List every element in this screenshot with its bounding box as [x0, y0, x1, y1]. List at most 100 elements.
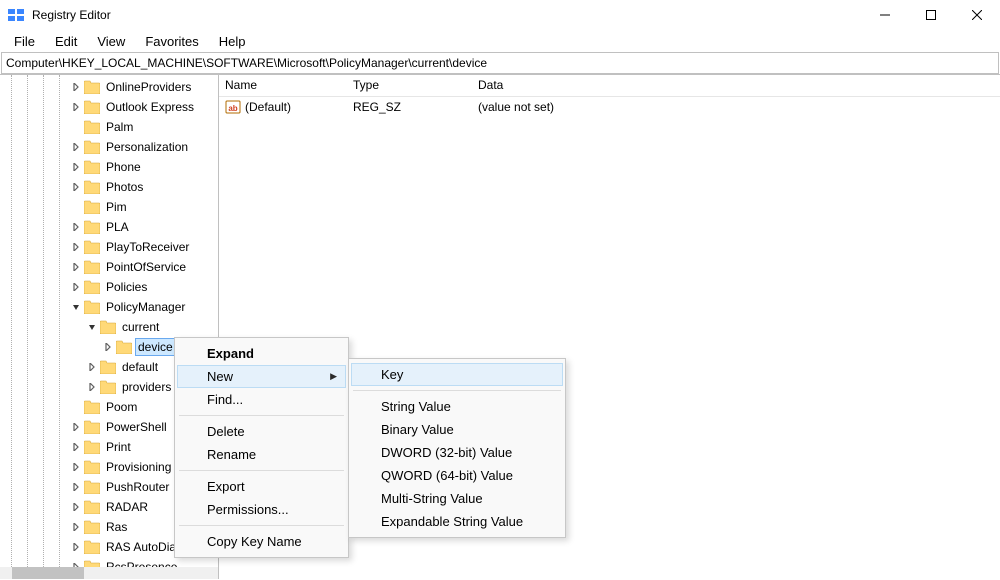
ctx-new-binary[interactable]: Binary Value [351, 418, 563, 441]
tree-item[interactable]: PLA [0, 217, 218, 237]
chevron-down-icon[interactable] [84, 323, 100, 331]
column-data[interactable]: Data [472, 75, 1000, 96]
list-header: Name Type Data [219, 75, 1000, 97]
main-area: OnlineProviders Outlook Express Palm Person… [0, 74, 1000, 579]
list-row[interactable]: ab (Default) REG_SZ (value not set) [219, 97, 1000, 117]
folder-icon [84, 480, 100, 494]
folder-icon [84, 520, 100, 534]
folder-icon [84, 440, 100, 454]
ctx-delete[interactable]: Delete [177, 420, 346, 443]
chevron-right-icon[interactable] [68, 523, 84, 531]
ctx-new-expandable[interactable]: Expandable String Value [351, 510, 563, 533]
ctx-new-string[interactable]: String Value [351, 395, 563, 418]
list-pane[interactable]: Name Type Data ab (Default) REG_SZ (valu… [219, 75, 1000, 579]
chevron-right-icon[interactable] [68, 263, 84, 271]
menu-file[interactable]: File [4, 32, 45, 51]
tree-item-label: PowerShell [104, 419, 169, 435]
ctx-new-qword[interactable]: QWORD (64-bit) Value [351, 464, 563, 487]
chevron-right-icon[interactable] [68, 483, 84, 491]
folder-icon [84, 80, 100, 94]
address-bar[interactable]: Computer\HKEY_LOCAL_MACHINE\SOFTWARE\Mic… [1, 52, 999, 74]
ctx-new[interactable]: New ▶ [177, 365, 346, 388]
column-type[interactable]: Type [347, 75, 472, 96]
chevron-right-icon[interactable] [84, 383, 100, 391]
folder-icon [84, 140, 100, 154]
maximize-button[interactable] [908, 0, 954, 30]
tree-item-label: PolicyManager [104, 299, 187, 315]
folder-icon [84, 460, 100, 474]
chevron-right-icon[interactable] [100, 343, 116, 351]
tree-item-label: Ras [104, 519, 129, 535]
window-title: Registry Editor [32, 8, 111, 22]
tree-item[interactable]: PointOfService [0, 257, 218, 277]
chevron-right-icon[interactable] [68, 183, 84, 191]
menu-edit[interactable]: Edit [45, 32, 87, 51]
tree-item[interactable]: PlayToReceiver [0, 237, 218, 257]
chevron-right-icon[interactable] [68, 243, 84, 251]
address-text: Computer\HKEY_LOCAL_MACHINE\SOFTWARE\Mic… [6, 56, 487, 70]
ctx-expand[interactable]: Expand [177, 342, 346, 365]
chevron-right-icon[interactable] [68, 443, 84, 451]
ctx-find[interactable]: Find... [177, 388, 346, 411]
tree-horizontal-scrollbar[interactable] [0, 567, 219, 579]
ctx-new-dword[interactable]: DWORD (32-bit) Value [351, 441, 563, 464]
tree-item[interactable]: Photos [0, 177, 218, 197]
menubar: File Edit View Favorites Help [0, 30, 1000, 52]
chevron-right-icon[interactable] [84, 363, 100, 371]
chevron-right-icon[interactable] [68, 543, 84, 551]
titlebar: Registry Editor [0, 0, 1000, 30]
folder-icon [84, 260, 100, 274]
chevron-right-icon[interactable] [68, 103, 84, 111]
svg-text:ab: ab [228, 104, 237, 113]
tree-item-label: RADAR [104, 499, 150, 515]
menu-help[interactable]: Help [209, 32, 256, 51]
ctx-new-key[interactable]: Key [351, 363, 563, 386]
tree-item-label: Personalization [104, 139, 190, 155]
minimize-button[interactable] [862, 0, 908, 30]
chevron-right-icon[interactable] [68, 283, 84, 291]
regedit-icon [8, 7, 24, 23]
tree-item[interactable]: Palm [0, 117, 218, 137]
close-button[interactable] [954, 0, 1000, 30]
scrollbar-thumb[interactable] [12, 567, 84, 579]
ctx-new-multistring[interactable]: Multi-String Value [351, 487, 563, 510]
ctx-rename[interactable]: Rename [177, 443, 346, 466]
tree-item[interactable]: Pim [0, 197, 218, 217]
column-name[interactable]: Name [219, 75, 347, 96]
chevron-right-icon[interactable] [68, 83, 84, 91]
menu-favorites[interactable]: Favorites [135, 32, 208, 51]
ctx-copy-key-name[interactable]: Copy Key Name [177, 530, 346, 553]
tree-item-label: default [120, 359, 160, 375]
row-name: (Default) [245, 100, 291, 114]
tree-item[interactable]: Policies [0, 277, 218, 297]
folder-icon [84, 280, 100, 294]
folder-icon [116, 340, 132, 354]
chevron-right-icon[interactable] [68, 143, 84, 151]
folder-icon [84, 180, 100, 194]
folder-icon [84, 240, 100, 254]
tree-item[interactable]: Outlook Express [0, 97, 218, 117]
chevron-right-icon[interactable] [68, 163, 84, 171]
chevron-right-icon[interactable] [68, 503, 84, 511]
tree-item[interactable]: current [0, 317, 218, 337]
tree-item-label: PushRouter [104, 479, 171, 495]
tree-item-label: Outlook Express [104, 99, 196, 115]
ctx-export[interactable]: Export [177, 475, 346, 498]
ctx-permissions[interactable]: Permissions... [177, 498, 346, 521]
chevron-down-icon[interactable] [68, 303, 84, 311]
chevron-right-icon[interactable] [68, 463, 84, 471]
folder-icon [84, 100, 100, 114]
folder-icon [84, 400, 100, 414]
menu-view[interactable]: View [87, 32, 135, 51]
folder-icon [100, 380, 116, 394]
tree-item-label: Palm [104, 119, 135, 135]
chevron-right-icon[interactable] [68, 223, 84, 231]
tree-item[interactable]: Phone [0, 157, 218, 177]
tree-item-label: Policies [104, 279, 149, 295]
folder-icon [84, 420, 100, 434]
tree-item[interactable]: OnlineProviders [0, 77, 218, 97]
tree-item[interactable]: PolicyManager [0, 297, 218, 317]
tree-item-label: PLA [104, 219, 131, 235]
chevron-right-icon[interactable] [68, 423, 84, 431]
tree-item[interactable]: Personalization [0, 137, 218, 157]
